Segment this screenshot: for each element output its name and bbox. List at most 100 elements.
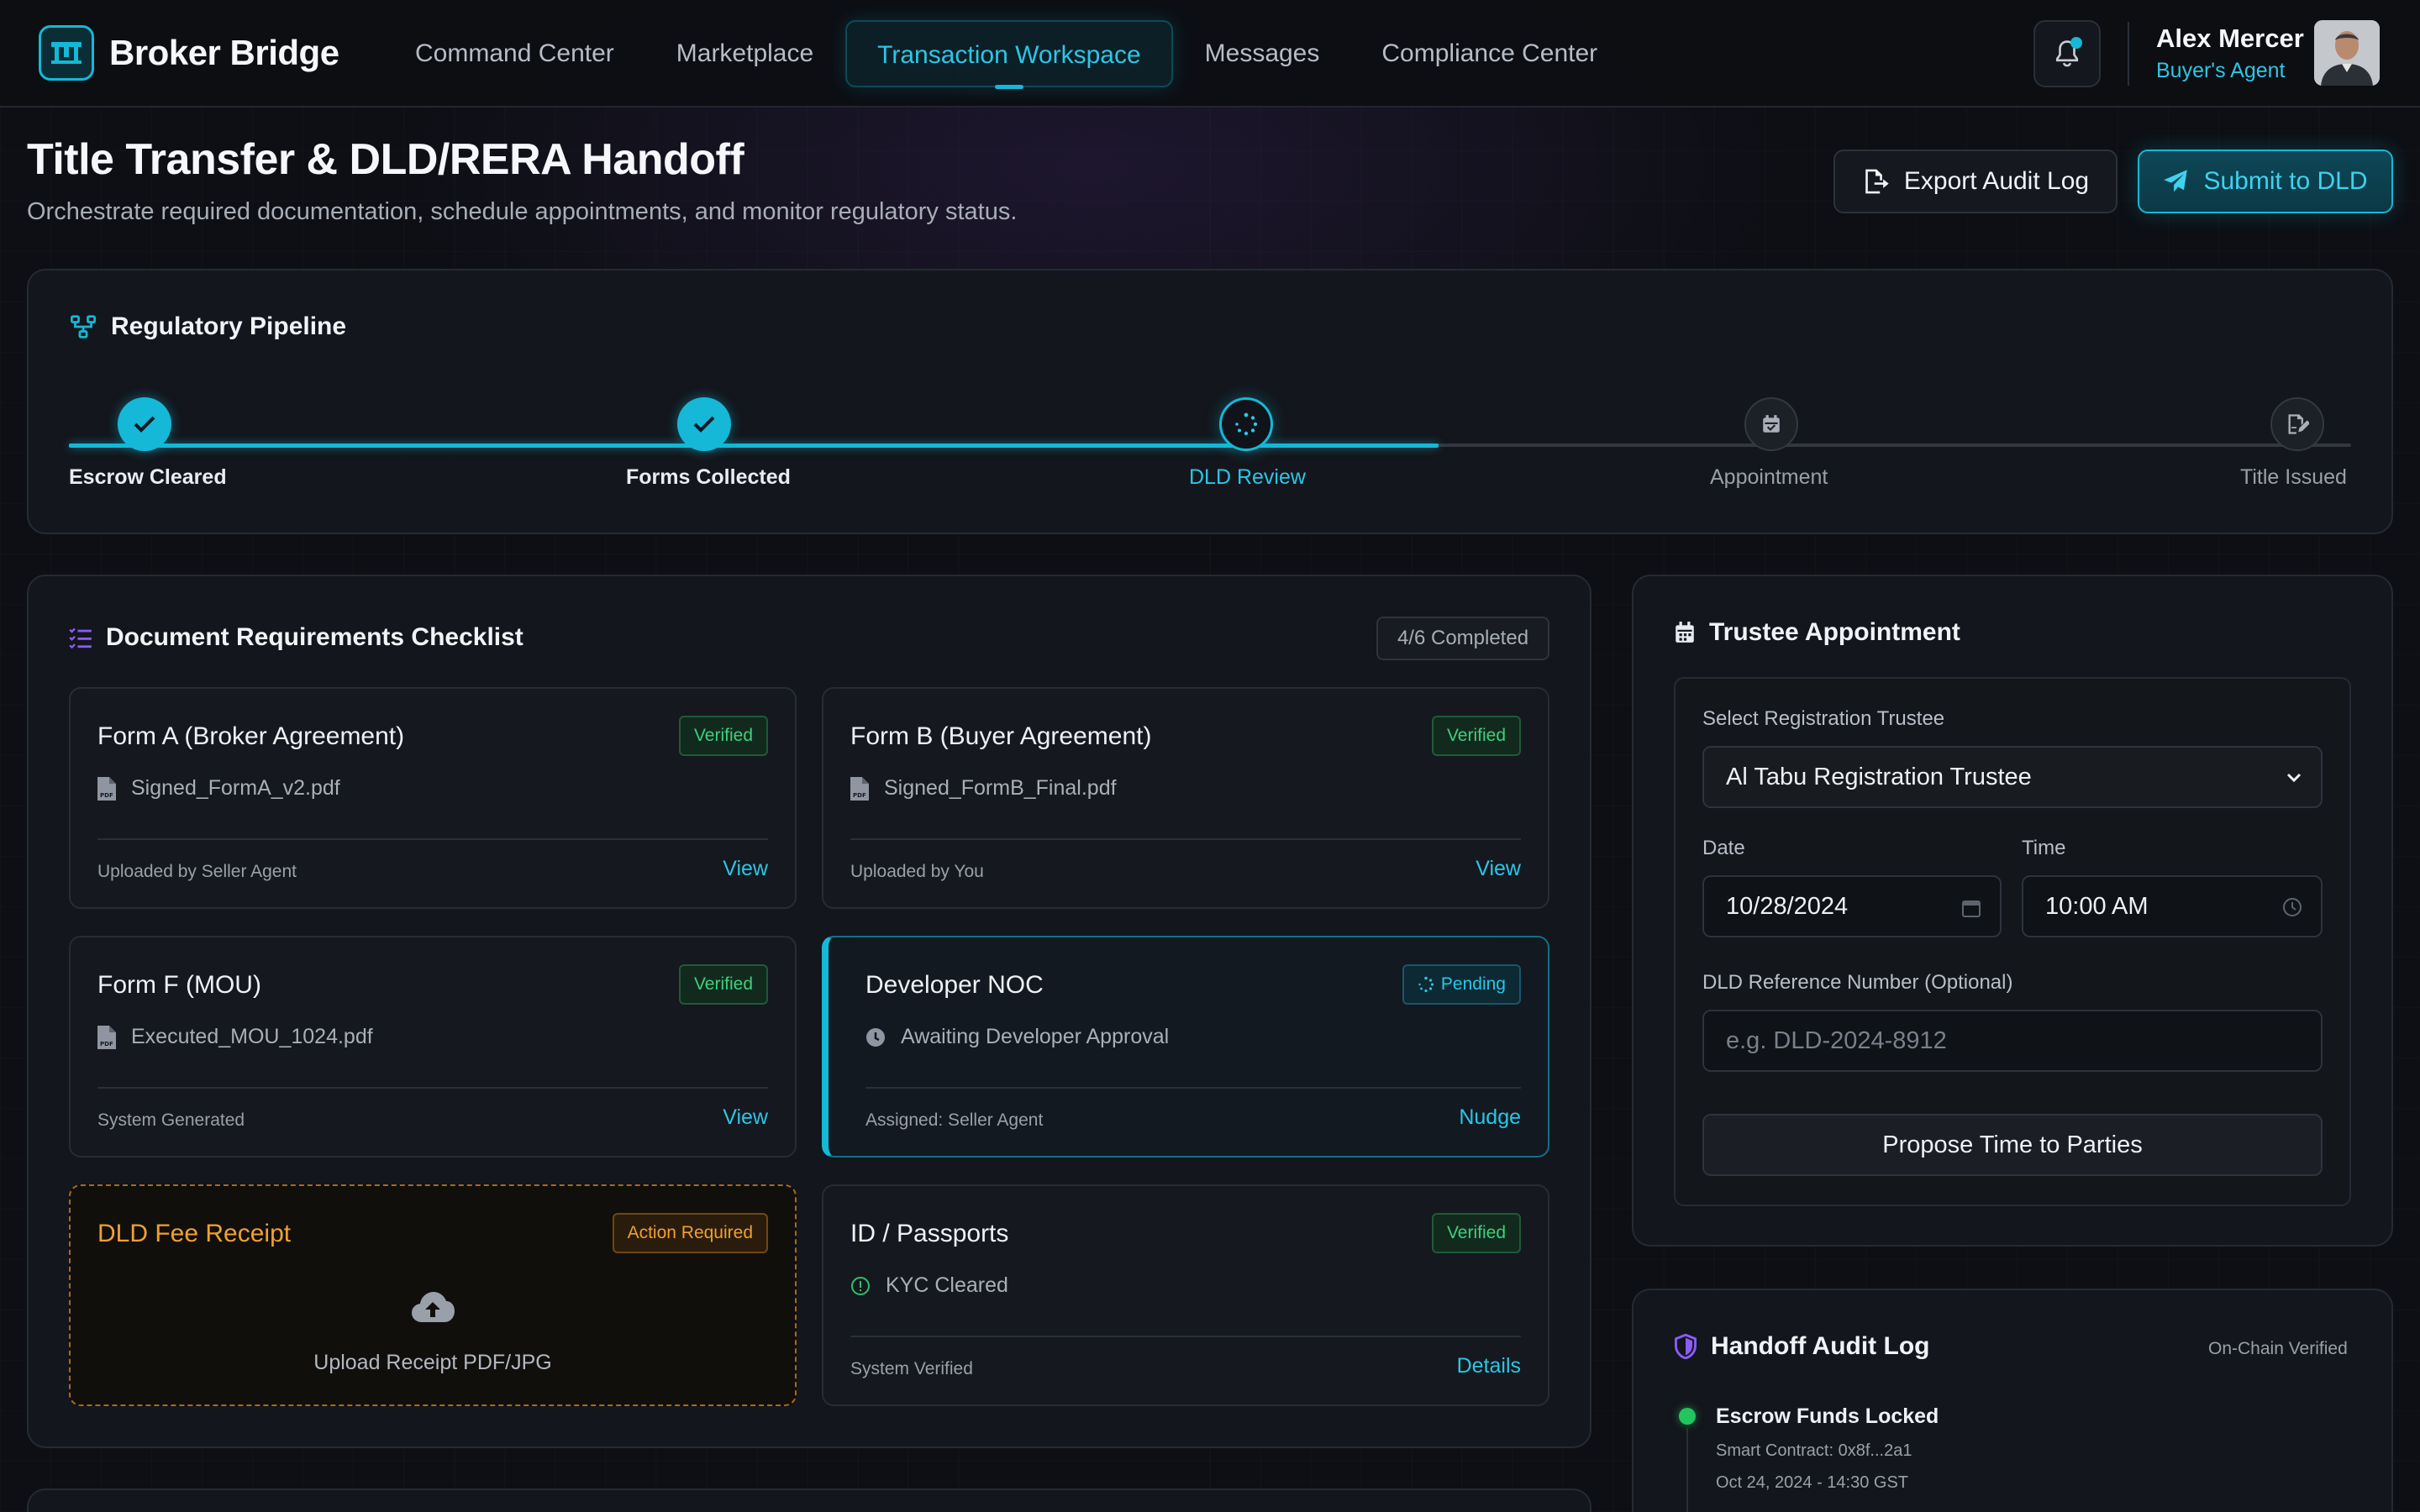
doc-uploader: System Generated bbox=[97, 1110, 245, 1130]
user-info[interactable]: Alex Mercer Buyer's Agent bbox=[2156, 24, 2304, 83]
trustee-title-text: Trustee Appointment bbox=[1709, 618, 1960, 646]
card-divider bbox=[850, 838, 1521, 840]
dld-ref-label: DLD Reference Number (Optional) bbox=[1702, 971, 2013, 994]
doc-title: ID / Passports bbox=[850, 1220, 1009, 1247]
user-role: Buyer's Agent bbox=[2156, 59, 2286, 82]
spinner-icon bbox=[1418, 976, 1434, 993]
file-pdf-icon: PDF bbox=[97, 1025, 116, 1049]
doc-card-developer-noc: Developer NOC Pending Awaiting Developer… bbox=[822, 936, 1549, 1158]
doc-title: Form A (Broker Agreement) bbox=[97, 722, 405, 750]
pipeline-title: Regulatory Pipeline bbox=[69, 312, 346, 341]
submit-to-dld-label: Submit to DLD bbox=[2203, 167, 2368, 195]
doc-title: DLD Fee Receipt bbox=[97, 1220, 292, 1247]
list-check-icon bbox=[69, 627, 92, 648]
clock-icon bbox=[866, 1027, 885, 1047]
shield-icon bbox=[1675, 1334, 1697, 1359]
doc-assignee: Assigned: Seller Agent bbox=[865, 1110, 1044, 1130]
nudge-link[interactable]: Nudge bbox=[1459, 1105, 1521, 1130]
nav-marketplace[interactable]: Marketplace bbox=[646, 20, 844, 87]
doc-uploader: Uploaded by Seller Agent bbox=[97, 862, 297, 881]
view-link[interactable]: View bbox=[723, 1105, 768, 1130]
propose-time-button[interactable]: Propose Time to Parties bbox=[1702, 1114, 2323, 1176]
doc-card-id-passports: ID / Passports Verified KYC Cleared Syst… bbox=[822, 1184, 1549, 1406]
timeline-line bbox=[1686, 1428, 1688, 1512]
svg-text:PDF: PDF bbox=[100, 1041, 113, 1047]
view-link[interactable]: View bbox=[1476, 857, 1521, 881]
bridge-logo-icon bbox=[39, 25, 94, 81]
file-export-icon bbox=[1865, 169, 1889, 194]
upload-receipt-prompt: Upload Receipt PDF/JPG bbox=[313, 1351, 552, 1374]
trustee-select-value: Al Tabu Registration Trustee bbox=[1726, 763, 2032, 790]
calendar-icon bbox=[1763, 415, 1780, 433]
doc-status-line: KYC Cleared bbox=[850, 1273, 1008, 1298]
view-link[interactable]: View bbox=[723, 857, 768, 881]
step-dld-review-node[interactable] bbox=[1219, 397, 1273, 451]
doc-card-form-b: Form B (Buyer Agreement) Verified PDF Si… bbox=[822, 687, 1549, 909]
nav-messages[interactable]: Messages bbox=[1175, 20, 1350, 87]
doc-file[interactable]: PDF Executed_MOU_1024.pdf bbox=[97, 1025, 373, 1049]
audit-log-title-text: Handoff Audit Log bbox=[1711, 1332, 1930, 1360]
step-forms-collected-label: Forms Collected bbox=[626, 465, 791, 489]
pipeline-title-text: Regulatory Pipeline bbox=[111, 312, 347, 340]
clock-icon[interactable] bbox=[2282, 897, 2302, 917]
status-badge: Action Required bbox=[612, 1213, 768, 1253]
doc-verifier: System Verified bbox=[850, 1359, 973, 1378]
audit-log-title: Handoff Audit Log bbox=[1674, 1332, 1929, 1361]
submit-to-dld-button[interactable]: Submit to DLD bbox=[2138, 150, 2393, 213]
status-badge-label: Pending bbox=[1440, 974, 1506, 994]
log-entry-title: Escrow Funds Locked bbox=[1716, 1404, 1939, 1428]
step-forms-collected-node[interactable] bbox=[677, 397, 731, 451]
notifications-button[interactable] bbox=[2033, 20, 2101, 87]
file-pdf-icon: PDF bbox=[97, 776, 116, 801]
status-badge: Pending bbox=[1402, 964, 1521, 1005]
avatar[interactable] bbox=[2314, 20, 2380, 86]
date-value: 10/28/2024 bbox=[1726, 892, 1849, 920]
doc-card-form-a: Form A (Broker Agreement) Verified PDF S… bbox=[69, 687, 797, 909]
checklist-title: Document Requirements Checklist bbox=[69, 623, 523, 652]
doc-status-text: KYC Cleared bbox=[886, 1273, 1008, 1297]
paper-plane-icon bbox=[2164, 170, 2188, 192]
dld-ref-input[interactable]: e.g. DLD-2024-8912 bbox=[1702, 1010, 2323, 1072]
step-escrow-cleared-node[interactable] bbox=[118, 397, 171, 451]
main-nav: Command Center Marketplace Transaction W… bbox=[385, 0, 1629, 108]
doc-status-text: Awaiting Developer Approval bbox=[901, 1025, 1170, 1048]
doc-card-dld-fee-receipt[interactable]: DLD Fee Receipt Action Required Upload R… bbox=[69, 1184, 797, 1406]
export-audit-log-button[interactable]: Export Audit Log bbox=[1833, 150, 2118, 213]
status-badge: Verified bbox=[678, 716, 768, 756]
brand[interactable]: Broker Bridge bbox=[39, 25, 339, 81]
page-subtitle: Orchestrate required documentation, sche… bbox=[27, 198, 1018, 225]
doc-uploader: Uploaded by You bbox=[850, 862, 984, 881]
date-input[interactable]: 10/28/2024 bbox=[1702, 875, 2002, 937]
bottom-panel bbox=[27, 1488, 1591, 1512]
step-escrow-cleared-label: Escrow Cleared bbox=[69, 465, 227, 489]
page-title: Title Transfer & DLD/RERA Handoff bbox=[27, 135, 744, 184]
doc-file-name: Signed_FormB_Final.pdf bbox=[884, 776, 1117, 800]
file-signature-icon bbox=[2288, 414, 2309, 434]
svg-text:PDF: PDF bbox=[100, 792, 113, 799]
calendar-picker-icon[interactable] bbox=[1961, 897, 1981, 919]
card-divider bbox=[97, 1087, 768, 1089]
time-label: Time bbox=[2022, 837, 2066, 859]
step-title-issued-label: Title Issued bbox=[2240, 465, 2347, 489]
timeline-dot bbox=[1679, 1408, 1696, 1425]
trustee-select-label: Select Registration Trustee bbox=[1702, 707, 1945, 730]
regulatory-pipeline-panel bbox=[27, 269, 2393, 534]
trustee-select[interactable]: Al Tabu Registration Trustee bbox=[1702, 746, 2323, 808]
doc-card-form-f: Form F (MOU) Verified PDF Executed_MOU_1… bbox=[69, 936, 797, 1158]
nav-transaction-workspace[interactable]: Transaction Workspace bbox=[845, 20, 1173, 89]
step-dld-review-label: DLD Review bbox=[1189, 465, 1306, 489]
notification-dot bbox=[2070, 37, 2082, 49]
details-link[interactable]: Details bbox=[1457, 1354, 1521, 1378]
trustee-title: Trustee Appointment bbox=[1674, 618, 1960, 647]
step-appointment-node[interactable] bbox=[1744, 397, 1798, 451]
time-input[interactable]: 10:00 AM bbox=[2022, 875, 2323, 937]
doc-file-name: Signed_FormA_v2.pdf bbox=[131, 776, 340, 800]
doc-title: Developer NOC bbox=[865, 971, 1044, 999]
step-title-issued-node[interactable] bbox=[2270, 397, 2324, 451]
chevron-down-icon bbox=[2286, 773, 2302, 783]
nav-command-center[interactable]: Command Center bbox=[385, 20, 644, 87]
doc-file[interactable]: PDF Signed_FormA_v2.pdf bbox=[97, 776, 340, 801]
nav-compliance-center[interactable]: Compliance Center bbox=[1351, 20, 1628, 87]
doc-file[interactable]: PDF Signed_FormB_Final.pdf bbox=[850, 776, 1117, 801]
log-entry-timestamp: Oct 24, 2024 - 14:30 GST bbox=[1716, 1473, 1909, 1492]
